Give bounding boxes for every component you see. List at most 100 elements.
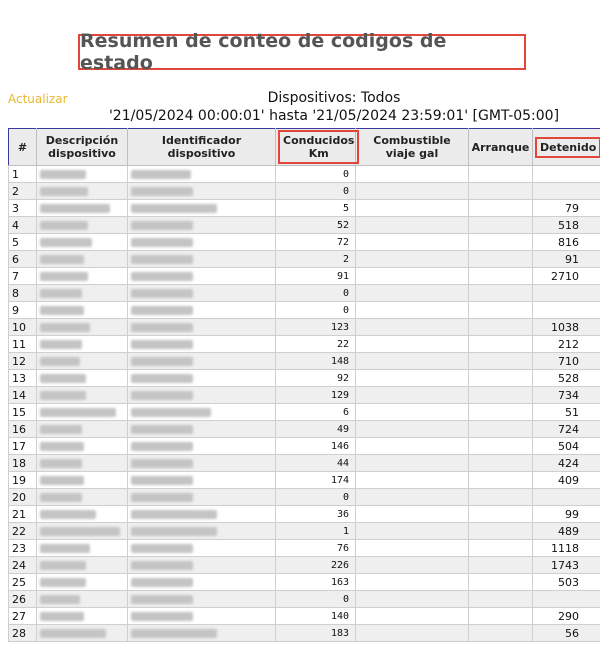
cell-driven-km: 148: [275, 352, 356, 370]
cell-driven-km: 140: [275, 607, 356, 625]
redacted-description: [40, 357, 80, 366]
cell-driven-km: 226: [275, 556, 356, 574]
cell-description: [36, 505, 128, 523]
col-header-description[interactable]: Descripción dispositivo: [36, 128, 128, 166]
redacted-description: [40, 323, 90, 332]
cell-fuel: [355, 505, 469, 523]
redacted-identifier: [131, 578, 193, 587]
table-row: 25 163 503: [8, 573, 600, 591]
cell-identifier: [127, 352, 276, 370]
redacted-identifier: [131, 323, 193, 332]
cell-fuel: [355, 267, 469, 285]
cell-stopped: 51: [532, 403, 600, 421]
cell-stopped: 724: [532, 420, 600, 438]
col-header-stopped[interactable]: Detenido: [532, 128, 600, 166]
cell-identifier: [127, 182, 276, 200]
redacted-description: [40, 459, 82, 468]
cell-description: [36, 590, 128, 608]
cell-start: [468, 471, 533, 489]
cell-description: [36, 420, 128, 438]
cell-num: 7: [8, 267, 37, 285]
cell-description: [36, 386, 128, 404]
col-header-fuel[interactable]: Combustible viaje gal: [355, 128, 469, 166]
table-row: 22 1 489: [8, 522, 600, 540]
cell-fuel: [355, 335, 469, 353]
redacted-identifier: [131, 442, 193, 451]
cell-fuel: [355, 369, 469, 387]
cell-start: [468, 250, 533, 268]
cell-driven-km: 163: [275, 573, 356, 591]
cell-driven-km: 49: [275, 420, 356, 438]
cell-description: [36, 335, 128, 353]
cell-driven-km: 1: [275, 522, 356, 540]
col-header-num[interactable]: #: [8, 128, 37, 166]
cell-identifier: [127, 454, 276, 472]
redacted-identifier: [131, 493, 193, 502]
cell-description: [36, 403, 128, 421]
cell-stopped: 212: [532, 335, 600, 353]
redacted-identifier: [131, 476, 193, 485]
table-row: 12 148 710: [8, 352, 600, 370]
cell-identifier: [127, 420, 276, 438]
cell-num: 25: [8, 573, 37, 591]
cell-identifier: [127, 335, 276, 353]
redacted-description: [40, 527, 120, 536]
cell-start: [468, 352, 533, 370]
table-row: 13 92 528: [8, 369, 600, 387]
cell-driven-km: 0: [275, 165, 356, 183]
cell-description: [36, 624, 128, 642]
cell-description: [36, 216, 128, 234]
col-header-start[interactable]: Arranque: [468, 128, 533, 166]
col-header-identifier[interactable]: Identificador dispositivo: [127, 128, 276, 166]
cell-num: 21: [8, 505, 37, 523]
cell-driven-km: 52: [275, 216, 356, 234]
table-row: 21 36 99: [8, 505, 600, 523]
table-row: 27 140 290: [8, 607, 600, 625]
cell-start: [468, 284, 533, 302]
cell-description: [36, 250, 128, 268]
cell-stopped: 409: [532, 471, 600, 489]
redacted-identifier: [131, 374, 193, 383]
redacted-description: [40, 340, 82, 349]
cell-identifier: [127, 437, 276, 455]
cell-start: [468, 318, 533, 336]
redacted-description: [40, 204, 110, 213]
table-row: 11 22 212: [8, 335, 600, 353]
redacted-description: [40, 187, 88, 196]
cell-stopped: 99: [532, 505, 600, 523]
cell-start: [468, 590, 533, 608]
redacted-description: [40, 289, 82, 298]
status-count-table: # Descripción dispositivo Identificador …: [8, 128, 600, 642]
cell-description: [36, 199, 128, 217]
redacted-identifier: [131, 204, 217, 213]
cell-driven-km: 92: [275, 369, 356, 387]
redacted-identifier: [131, 459, 193, 468]
cell-stopped: 489: [532, 522, 600, 540]
cell-description: [36, 437, 128, 455]
redacted-description: [40, 510, 96, 519]
cell-num: 16: [8, 420, 37, 438]
cell-identifier: [127, 216, 276, 234]
cell-num: 12: [8, 352, 37, 370]
cell-num: 18: [8, 454, 37, 472]
cell-stopped: 1743: [532, 556, 600, 574]
cell-fuel: [355, 165, 469, 183]
cell-start: [468, 199, 533, 217]
cell-num: 22: [8, 522, 37, 540]
cell-identifier: [127, 505, 276, 523]
cell-fuel: [355, 607, 469, 625]
cell-start: [468, 216, 533, 234]
cell-stopped: 91: [532, 250, 600, 268]
table-row: 3 5 79: [8, 199, 600, 217]
cell-num: 6: [8, 250, 37, 268]
col-header-driven-km[interactable]: Conducidos Km: [275, 128, 360, 166]
cell-driven-km: 5: [275, 199, 356, 217]
cell-fuel: [355, 284, 469, 302]
cell-identifier: [127, 233, 276, 251]
redacted-description: [40, 595, 80, 604]
cell-description: [36, 471, 128, 489]
redacted-description: [40, 578, 86, 587]
redacted-identifier: [131, 238, 193, 247]
cell-stopped: 2710: [532, 267, 600, 285]
cell-stopped: 56: [532, 624, 600, 642]
